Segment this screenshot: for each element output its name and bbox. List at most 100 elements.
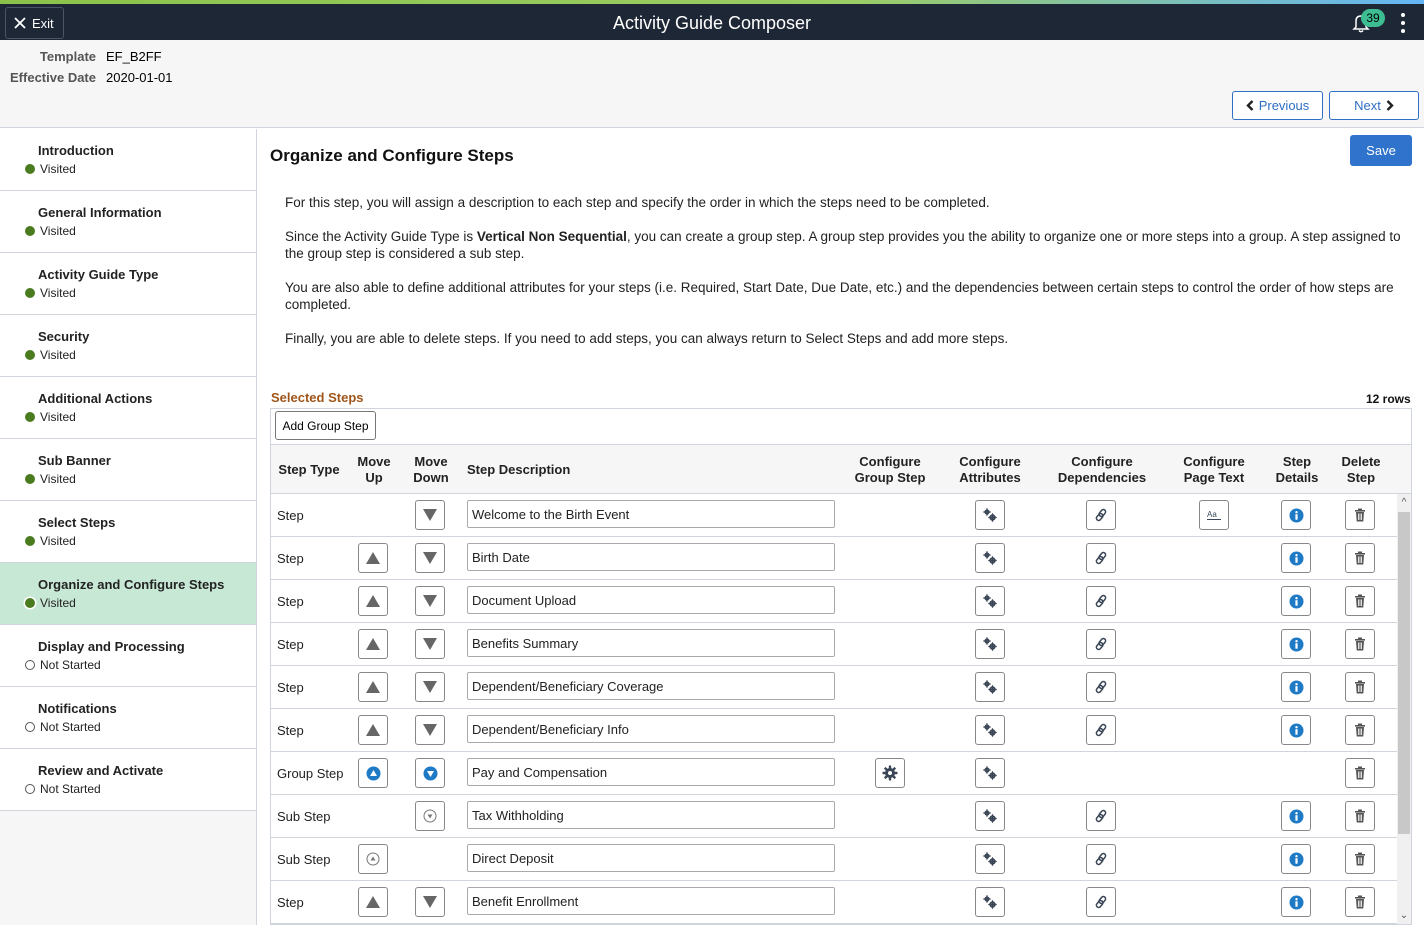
next-label: Next bbox=[1354, 98, 1381, 113]
delete-step-button[interactable] bbox=[1345, 715, 1375, 745]
delete-step-button[interactable] bbox=[1345, 887, 1375, 917]
move-down-arrow-icon bbox=[423, 638, 437, 650]
step-type: Step bbox=[277, 637, 304, 652]
move-up-button[interactable] bbox=[358, 887, 388, 917]
configure-attributes-button[interactable] bbox=[975, 887, 1005, 917]
configure-dependencies-button[interactable] bbox=[1086, 844, 1116, 874]
delete-step-button[interactable] bbox=[1345, 758, 1375, 788]
move-up-button[interactable] bbox=[358, 543, 388, 573]
scroll-up-icon[interactable]: ^ bbox=[1397, 496, 1411, 510]
delete-step-button[interactable] bbox=[1345, 500, 1375, 530]
configure-attributes-button[interactable] bbox=[975, 543, 1005, 573]
configure-dependencies-button[interactable] bbox=[1086, 543, 1116, 573]
sidebar-item-introduction[interactable]: Introduction Visited bbox=[0, 129, 256, 191]
configure-attributes-button[interactable] bbox=[975, 672, 1005, 702]
configure-dependencies-button[interactable] bbox=[1086, 887, 1116, 917]
sidebar-item-sub-banner[interactable]: Sub Banner Visited bbox=[0, 439, 256, 501]
step-description-input[interactable]: Document Upload bbox=[467, 586, 835, 614]
move-down-button[interactable] bbox=[415, 758, 445, 788]
delete-step-button[interactable] bbox=[1345, 543, 1375, 573]
configure-page-text-button[interactable]: Aa bbox=[1199, 500, 1229, 530]
delete-step-button[interactable] bbox=[1345, 586, 1375, 616]
delete-step-button[interactable] bbox=[1345, 844, 1375, 874]
step-description-input[interactable]: Dependent/Beneficiary Info bbox=[467, 715, 835, 743]
move-down-button[interactable] bbox=[415, 887, 445, 917]
configure-dependencies-button[interactable] bbox=[1086, 801, 1116, 831]
move-down-button[interactable] bbox=[415, 543, 445, 573]
delete-step-button[interactable] bbox=[1345, 672, 1375, 702]
scroll-down-icon[interactable]: ⌄ bbox=[1397, 909, 1411, 923]
configure-dependencies-button[interactable] bbox=[1086, 629, 1116, 659]
save-button[interactable]: Save bbox=[1350, 135, 1412, 166]
move-down-button[interactable] bbox=[415, 586, 445, 616]
sidebar-item-organize-and-configure-steps[interactable]: Organize and Configure Steps Visited bbox=[0, 563, 256, 625]
sidebar-item-display-and-processing[interactable]: Display and Processing Not Started bbox=[0, 625, 256, 687]
configure-dependencies-button[interactable] bbox=[1086, 500, 1116, 530]
step-description-input[interactable]: Pay and Compensation bbox=[467, 758, 835, 786]
configure-group-step-button[interactable] bbox=[875, 758, 905, 788]
step-description-input[interactable]: Direct Deposit bbox=[467, 844, 835, 872]
configure-attributes-button[interactable] bbox=[975, 758, 1005, 788]
move-up-button[interactable] bbox=[358, 586, 388, 616]
step-description-input[interactable]: Tax Withholding bbox=[467, 801, 835, 829]
grid-scrollbar[interactable]: ^ ⌄ bbox=[1397, 494, 1411, 924]
move-up-button[interactable] bbox=[358, 629, 388, 659]
delete-step-button[interactable] bbox=[1345, 801, 1375, 831]
step-details-button[interactable] bbox=[1281, 543, 1311, 573]
step-details-button[interactable] bbox=[1281, 844, 1311, 874]
step-details-button[interactable] bbox=[1281, 715, 1311, 745]
configure-attributes-button[interactable] bbox=[975, 586, 1005, 616]
configure-attributes-button[interactable] bbox=[975, 629, 1005, 659]
configure-dependencies-button[interactable] bbox=[1086, 715, 1116, 745]
notification-badge[interactable]: 39 bbox=[1361, 9, 1385, 27]
sidebar-item-general-information[interactable]: General Information Visited bbox=[0, 191, 256, 253]
not-started-status-icon bbox=[25, 660, 35, 670]
configure-attributes-button[interactable] bbox=[975, 500, 1005, 530]
step-details-button[interactable] bbox=[1281, 500, 1311, 530]
step-description-input[interactable]: Welcome to the Birth Event bbox=[467, 500, 835, 528]
effective-date-label: Effective Date bbox=[10, 70, 96, 85]
configure-attributes-icon bbox=[983, 723, 997, 737]
configure-dependencies-button[interactable] bbox=[1086, 672, 1116, 702]
move-down-button[interactable] bbox=[415, 500, 445, 530]
instruction-paragraph: For this step, you will assign a descrip… bbox=[285, 195, 990, 210]
move-up-button[interactable] bbox=[358, 672, 388, 702]
step-description-input[interactable]: Benefit Enrollment bbox=[467, 887, 835, 915]
col-configure-group-step: Configure Group Step bbox=[854, 453, 926, 485]
move-down-button[interactable] bbox=[415, 672, 445, 702]
sidebar-item-notifications[interactable]: Notifications Not Started bbox=[0, 687, 256, 749]
configure-dependencies-button[interactable] bbox=[1086, 586, 1116, 616]
delete-step-button[interactable] bbox=[1345, 629, 1375, 659]
step-details-button[interactable] bbox=[1281, 672, 1311, 702]
step-description-input[interactable]: Birth Date bbox=[467, 543, 835, 571]
next-button[interactable]: Next bbox=[1329, 91, 1419, 120]
move-down-button[interactable] bbox=[415, 715, 445, 745]
scrollbar-thumb[interactable] bbox=[1398, 512, 1410, 834]
move-up-button[interactable] bbox=[358, 758, 388, 788]
move-up-button[interactable] bbox=[358, 844, 388, 874]
trash-icon bbox=[1355, 895, 1365, 909]
configure-attributes-button[interactable] bbox=[975, 715, 1005, 745]
sidebar-item-select-steps[interactable]: Select Steps Visited bbox=[0, 501, 256, 563]
more-options-icon[interactable] bbox=[1398, 13, 1408, 33]
configure-attributes-button[interactable] bbox=[975, 844, 1005, 874]
configure-attributes-button[interactable] bbox=[975, 801, 1005, 831]
step-description-input[interactable]: Dependent/Beneficiary Coverage bbox=[467, 672, 835, 700]
sidebar-item-additional-actions[interactable]: Additional Actions Visited bbox=[0, 377, 256, 439]
move-down-button[interactable] bbox=[415, 801, 445, 831]
move-down-button[interactable] bbox=[415, 629, 445, 659]
sidebar-item-security[interactable]: Security Visited bbox=[0, 315, 256, 377]
move-up-button[interactable] bbox=[358, 715, 388, 745]
step-type: Step bbox=[277, 723, 304, 738]
step-details-button[interactable] bbox=[1281, 801, 1311, 831]
step-details-button[interactable] bbox=[1281, 629, 1311, 659]
sidebar-item-review-and-activate[interactable]: Review and Activate Not Started bbox=[0, 749, 256, 811]
step-description-input[interactable]: Benefits Summary bbox=[467, 629, 835, 657]
previous-button[interactable]: Previous bbox=[1232, 91, 1323, 120]
trash-icon bbox=[1355, 809, 1365, 823]
add-group-step-button[interactable]: Add Group Step bbox=[275, 411, 376, 440]
text: Since the Activity Guide Type is bbox=[285, 229, 477, 244]
step-details-button[interactable] bbox=[1281, 586, 1311, 616]
step-details-button[interactable] bbox=[1281, 887, 1311, 917]
sidebar-item-activity-guide-type[interactable]: Activity Guide Type Visited bbox=[0, 253, 256, 315]
